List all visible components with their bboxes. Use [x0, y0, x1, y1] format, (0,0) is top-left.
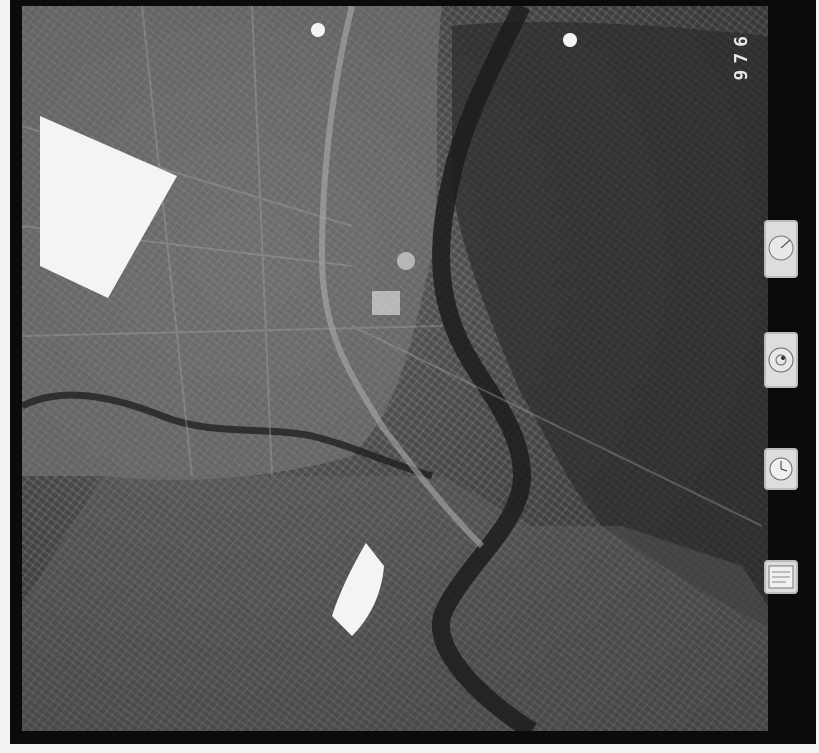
- fiducial-top-left: [311, 23, 325, 37]
- clock-icon: [769, 457, 793, 481]
- altimeter-gauge-icon: [764, 220, 798, 278]
- round-building: [397, 252, 415, 270]
- altimeter-gauge-icon: [768, 235, 794, 261]
- clock-icon: [764, 448, 798, 490]
- aerial-photo-map: [22, 6, 768, 731]
- aerial-photo: [22, 6, 768, 731]
- bubble-level-icon: [764, 332, 798, 388]
- bubble-level-icon: [768, 347, 794, 373]
- stadium: [372, 291, 400, 315]
- fiducial-top-right: [563, 33, 577, 47]
- date-label-icon: [764, 560, 798, 594]
- film-frame: 976: [10, 0, 816, 744]
- aerial-photo-sheet: 976: [0, 0, 819, 753]
- frame-number: 976: [731, 30, 752, 81]
- date-label-icon: [768, 565, 794, 589]
